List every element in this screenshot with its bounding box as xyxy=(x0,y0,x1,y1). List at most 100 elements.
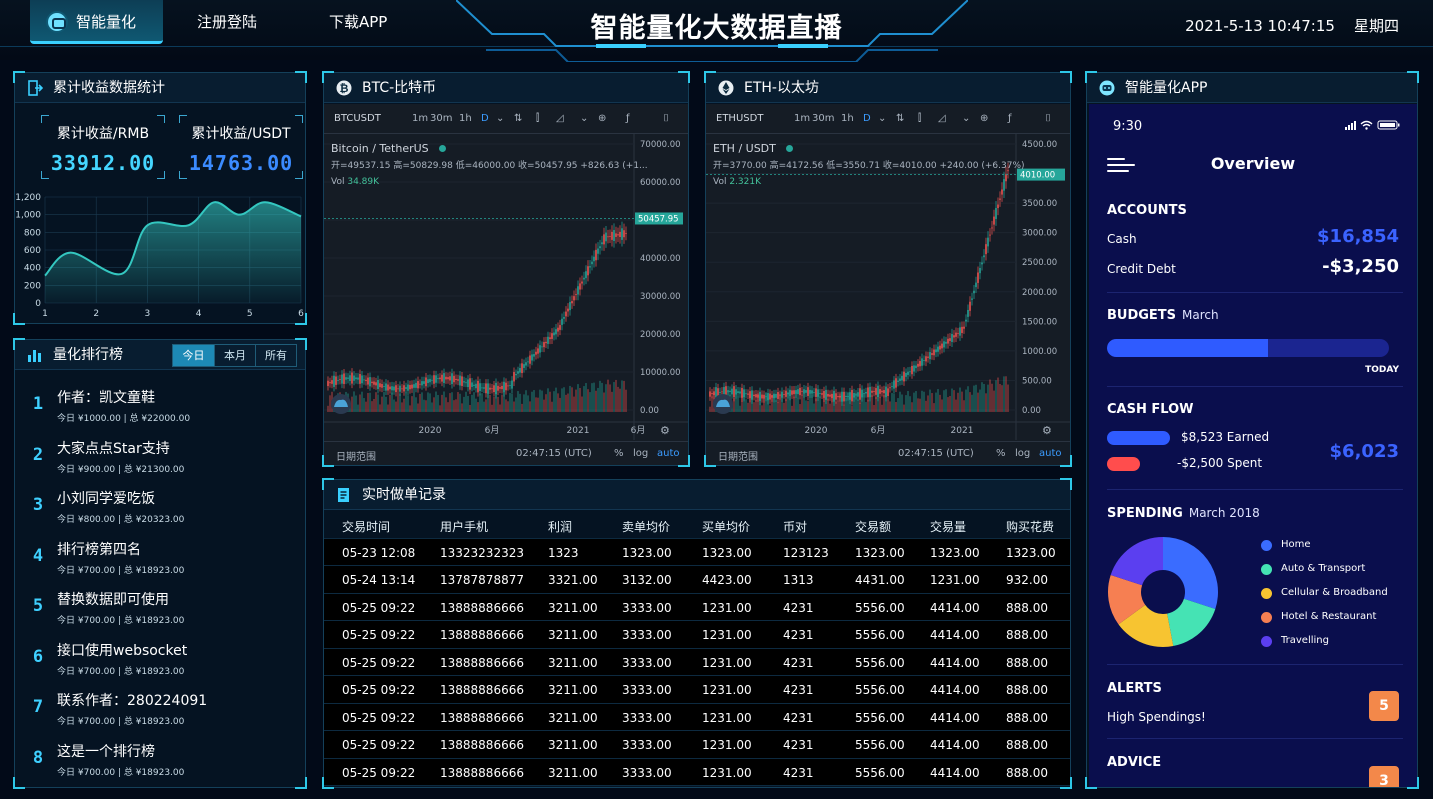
ranking-item[interactable]: 5 替换数据即可使用 今日 ¥700.00 | 总 ¥18923.00 xyxy=(15,586,305,637)
stat-rmb-value: 33912.00 xyxy=(50,151,156,175)
table-cell: 3333.00 xyxy=(622,683,672,697)
budget-progress-bar xyxy=(1107,339,1389,357)
eth-tradingview-widget[interactable]: ETHUSDT1m30m1hD⌄⇅⫿◿⌄⊕ƒ⌷4500.004000.00350… xyxy=(706,104,1070,465)
ranking-item[interactable]: 4 排行榜第四名 今日 ¥700.00 | 总 ¥18923.00 xyxy=(15,536,305,587)
log-toggle[interactable]: log xyxy=(1015,448,1030,459)
y-tick-label: 40000.00 xyxy=(640,254,681,264)
chevron-down-icon[interactable]: ⌄ xyxy=(962,113,970,124)
symbol-selector[interactable]: BTCUSDT xyxy=(334,113,381,124)
x-tick-label: 2020 xyxy=(419,426,442,436)
x-tick-label: 1 xyxy=(42,309,48,319)
tab-today[interactable]: 今日 xyxy=(173,345,214,366)
table-row[interactable]: 05-25 09:22 13888886666 3211.00 3333.00 1231… xyxy=(324,703,1070,731)
camera-icon[interactable]: ⌷ xyxy=(663,113,669,124)
add-indicator-icon[interactable]: ⊕ xyxy=(980,113,988,124)
area-style-icon[interactable]: ◿ xyxy=(556,113,564,124)
tab-all[interactable]: 所有 xyxy=(255,345,296,366)
camera-icon[interactable]: ⌷ xyxy=(1045,113,1051,124)
settings-gear-icon[interactable]: ⚙ xyxy=(1042,424,1052,437)
interval-button[interactable]: D xyxy=(481,113,489,124)
auto-toggle[interactable]: auto xyxy=(1039,448,1062,459)
ranking-item[interactable]: 7 联系作者：280224091 今日 ¥700.00 | 总 ¥18923.00 xyxy=(15,687,305,738)
table-row[interactable]: 05-25 09:22 13888886666 3211.00 3333.00 1231… xyxy=(324,621,1070,649)
candles-icon[interactable]: ⫿ xyxy=(536,113,539,124)
chevron-down-icon[interactable]: ⌄ xyxy=(496,113,504,124)
date-range-selector[interactable]: 日期范围 xyxy=(718,448,758,463)
compare-icon[interactable]: ⇅ xyxy=(514,113,522,124)
volume-readout: Vol 34.89K xyxy=(331,177,379,187)
chevron-down-icon[interactable]: ⌄ xyxy=(580,113,588,124)
compare-icon[interactable]: ⇅ xyxy=(896,113,904,124)
ranking-panel-header: 量化排行榜 今日 本月 所有 xyxy=(15,340,305,370)
table-row[interactable]: 05-25 09:22 13888886666 3211.00 3333.00 1231… xyxy=(324,648,1070,676)
table-cell: 888.00 xyxy=(1006,683,1048,697)
settings-gear-icon[interactable]: ⚙ xyxy=(660,424,670,437)
table-cell: 1231.00 xyxy=(702,683,752,697)
table-cell: 5556.00 xyxy=(855,600,905,615)
alerts-badge[interactable]: 5 xyxy=(1369,691,1399,721)
table-cell: 3211.00 xyxy=(548,683,598,697)
y-tick-label: 200 xyxy=(24,281,41,291)
chart-footer: 日期范围 02:47:15 (UTC)% log auto xyxy=(706,441,1070,465)
auto-toggle[interactable]: auto xyxy=(657,448,680,459)
interval-button[interactable]: 30m xyxy=(430,113,452,124)
candles-icon[interactable]: ⫿ xyxy=(918,113,921,124)
ranking-item[interactable]: 2 大家点点Star支持 今日 ¥900.00 | 总 ¥21300.00 xyxy=(15,435,305,486)
table-cell: 4414.00 xyxy=(930,628,980,642)
table-cell: 5556.00 xyxy=(855,738,905,752)
symbol-selector[interactable]: ETHUSDT xyxy=(716,113,763,124)
table-cell: 3333.00 xyxy=(622,655,672,670)
interval-button[interactable]: 1m xyxy=(412,113,428,124)
ranking-item[interactable]: 1 作者：凯文童鞋 今日 ¥1000.00 | 总 ¥22000.00 xyxy=(15,384,305,435)
cash-value: $16,854 xyxy=(1317,226,1399,247)
table-cell: 4414.00 xyxy=(930,655,980,670)
percent-toggle[interactable]: % xyxy=(996,448,1006,459)
table-cell: 4414.00 xyxy=(930,738,980,752)
table-row[interactable]: 05-25 09:22 13888886666 3211.00 3333.00 1231… xyxy=(324,676,1070,704)
ranking-item[interactable]: 8 这是一个排行榜 今日 ¥700.00 | 总 ¥18923.00 xyxy=(15,738,305,789)
formula-icon[interactable]: ƒ xyxy=(1008,113,1012,124)
interval-button[interactable]: 1h xyxy=(841,113,854,124)
y-tick-label: 3000.00 xyxy=(1022,229,1057,239)
ranking-item[interactable]: 3 小刘同学爱吃饭 今日 ¥800.00 | 总 ¥20323.00 xyxy=(15,485,305,536)
rank-number: 7 xyxy=(32,697,44,717)
date-range-selector[interactable]: 日期范围 xyxy=(336,448,376,463)
tab-month[interactable]: 本月 xyxy=(214,345,255,366)
table-cell: 05-25 09:22 xyxy=(342,710,416,725)
table-cell: 3211.00 xyxy=(548,765,598,780)
utc-time: 02:47:15 (UTC) xyxy=(898,448,974,459)
btc-tradingview-widget[interactable]: BTCUSDT 1m30m 1h D ⌄ ⇅ ⫿ ◿ ⌄ ⊕ ƒ ⌷ 70000.00 60000.00 5… xyxy=(324,104,688,465)
interval-button[interactable]: 1m xyxy=(794,113,810,124)
table-cell: 3211.00 xyxy=(548,655,598,670)
rank-number: 8 xyxy=(32,747,44,768)
spending-period: March 2018 xyxy=(1188,506,1260,520)
eth-panel-header: ETH-以太坊 xyxy=(706,73,1070,103)
interval-button[interactable]: 1h xyxy=(459,113,472,124)
rank-earnings: 今日 ¥900.00 | 总 ¥21300.00 xyxy=(57,464,185,475)
interval-button[interactable]: D xyxy=(863,113,871,124)
ranking-item[interactable]: 6 接口使用websocket 今日 ¥700.00 | 总 ¥18923.00 xyxy=(15,637,305,688)
table-cell: 4231 xyxy=(783,628,814,642)
table-row[interactable]: 05-25 09:22 13888886666 3211.00 3333.00 1231… xyxy=(324,593,1070,621)
formula-icon[interactable]: ƒ xyxy=(626,113,630,124)
log-toggle[interactable]: log xyxy=(633,448,648,459)
last-price-label: 50457.95 xyxy=(638,214,679,224)
table-row[interactable]: 05-25 09:22 13888886666 3211.00 3333.00 1231… xyxy=(324,731,1070,759)
table-row[interactable]: 05-23 12:08 13323232323 1323 1323.00 1323.00… xyxy=(324,538,1070,566)
table-cell: 932.00 xyxy=(1006,573,1048,587)
y-tick-label: 600 xyxy=(24,246,41,256)
advice-badge[interactable]: 3 xyxy=(1369,766,1399,787)
interval-button[interactable]: 30m xyxy=(812,113,834,124)
table-cell: 1231.00 xyxy=(702,710,752,725)
legend-label: Home xyxy=(1281,539,1311,550)
table-row[interactable]: 05-25 09:22 13888886666 3211.00 3333.00 1231… xyxy=(324,758,1070,786)
percent-toggle[interactable]: % xyxy=(614,448,624,459)
add-indicator-icon[interactable]: ⊕ xyxy=(598,113,606,124)
chevron-down-icon[interactable]: ⌄ xyxy=(878,113,886,124)
rank-number: 3 xyxy=(32,495,44,515)
x-tick-label: 3 xyxy=(145,309,151,319)
trades-table: 交易时间 用户手机 利润 卖单均价 买单均价 币对 交易额 交易量 购买花费 05-23 12:0… xyxy=(324,511,1070,786)
divider xyxy=(1107,738,1403,739)
table-row[interactable]: 05-24 13:14 13787878877 3321.00 3132.00 4423… xyxy=(324,566,1070,594)
area-style-icon[interactable]: ◿ xyxy=(938,113,946,124)
